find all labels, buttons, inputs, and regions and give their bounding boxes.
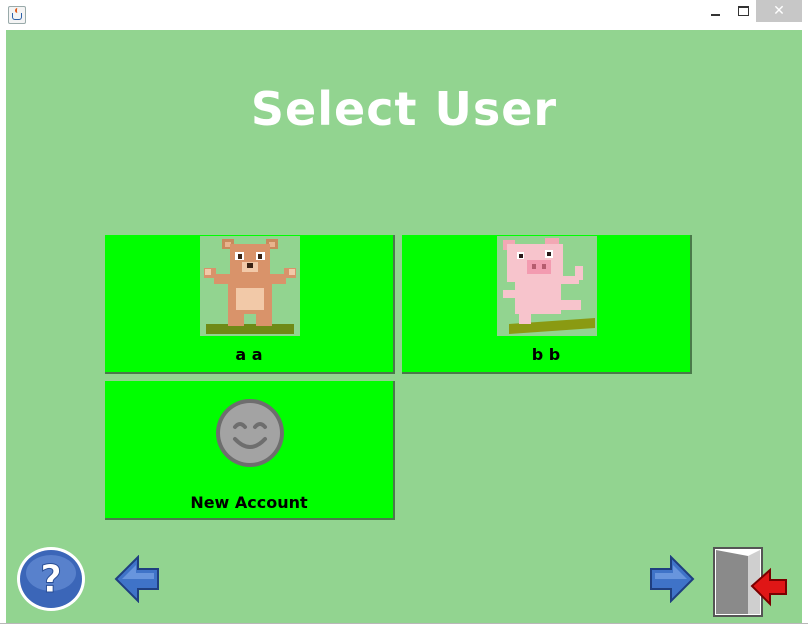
user-tile-a-a[interactable]: a a xyxy=(105,235,395,374)
window-titlebar: ✕ xyxy=(0,0,808,30)
user-name-label: a a xyxy=(235,345,263,364)
java-app-icon xyxy=(8,6,26,24)
arrow-left-icon[interactable] xyxy=(114,555,160,603)
pig-icon xyxy=(497,236,597,336)
bear-icon xyxy=(200,236,300,336)
maximize-button[interactable] xyxy=(730,0,756,22)
arrow-right-icon[interactable] xyxy=(649,555,695,603)
maximize-icon xyxy=(737,6,749,16)
page-title: Select User xyxy=(250,82,558,136)
minimize-icon xyxy=(710,14,720,16)
close-button[interactable]: ✕ xyxy=(756,0,802,22)
user-tile-b-b[interactable]: b b xyxy=(402,235,692,374)
exit-door-icon[interactable] xyxy=(712,546,788,618)
new-account-tile[interactable]: New Account xyxy=(105,381,395,520)
close-icon: ✕ xyxy=(773,3,785,19)
user-name-label: b b xyxy=(531,345,561,364)
help-question-icon[interactable]: ? xyxy=(16,546,86,612)
new-account-label: New Account xyxy=(190,493,308,512)
smiley-face-icon xyxy=(216,399,284,467)
minimize-button[interactable] xyxy=(700,0,730,22)
svg-text:?: ? xyxy=(40,557,62,601)
app-content: Select User a a b b New Account ? xyxy=(6,30,802,623)
